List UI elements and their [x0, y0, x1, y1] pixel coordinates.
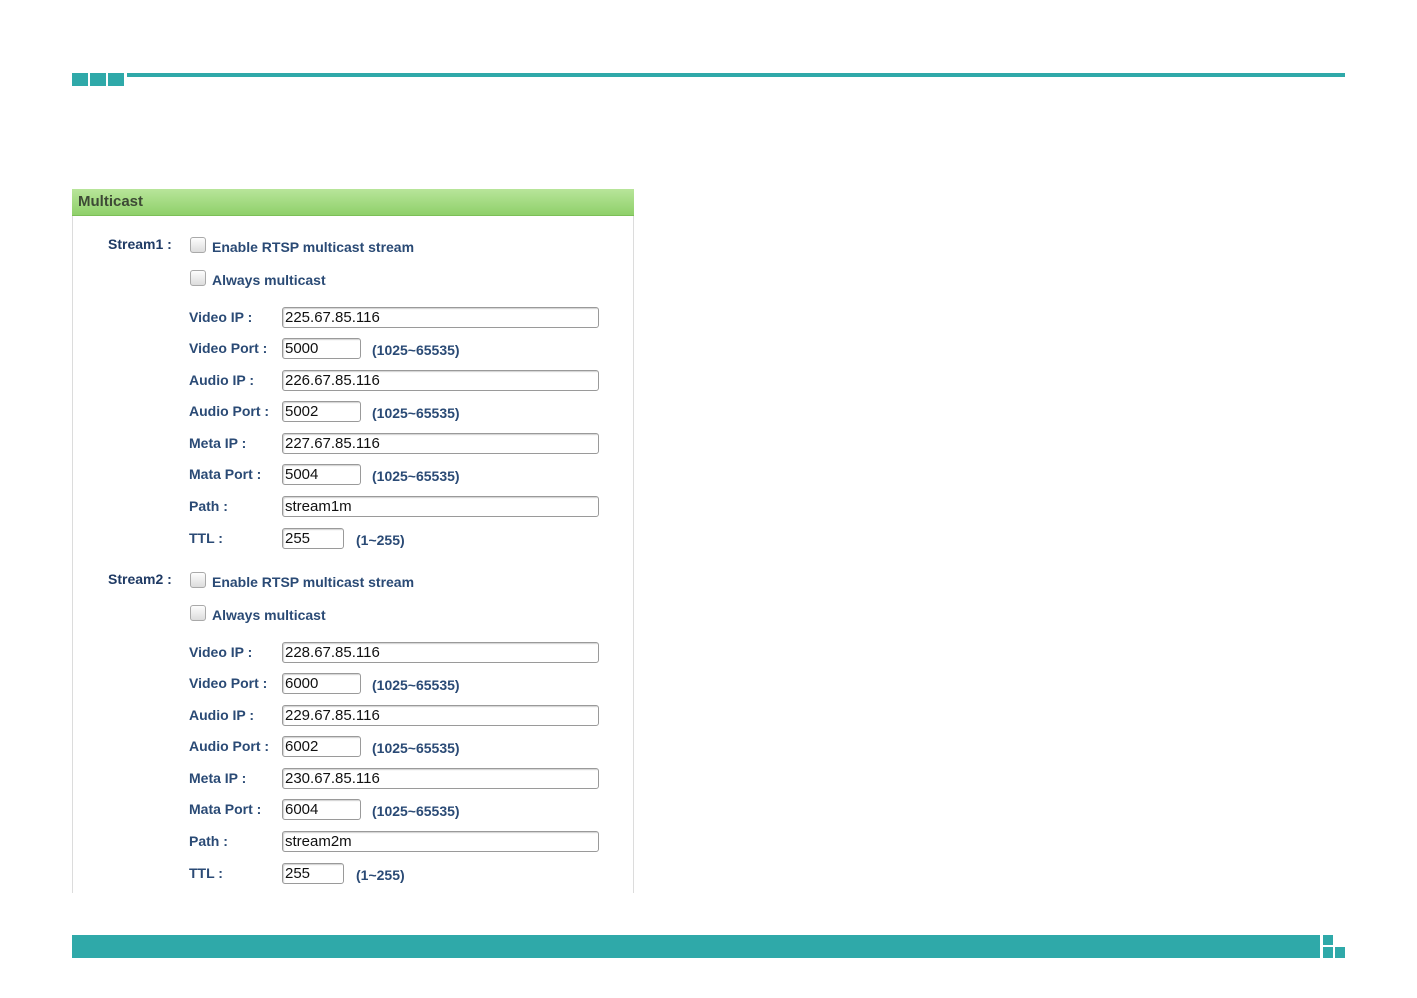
- stream1-path-label: Path :: [189, 498, 228, 514]
- stream1-video-port-input[interactable]: 5000: [282, 338, 361, 359]
- stream2-meta-port-input[interactable]: 6004: [282, 799, 361, 820]
- stream2-audio-ip-input[interactable]: 229.67.85.116: [282, 705, 599, 726]
- stream2-path-label: Path :: [189, 833, 228, 849]
- stream2-audio-port-hint: (1025~65535): [372, 740, 460, 756]
- stream2-meta-port-label: Mata Port :: [189, 801, 262, 817]
- stream1-video-port-hint: (1025~65535): [372, 342, 460, 358]
- stream1-audio-ip-input[interactable]: 226.67.85.116: [282, 370, 599, 391]
- footer-square-1: [1323, 935, 1333, 945]
- stream1-video-ip-label: Video IP :: [189, 309, 253, 325]
- stream2-enable-label[interactable]: Enable RTSP multicast stream: [212, 574, 414, 590]
- stream2-video-ip-label: Video IP :: [189, 644, 253, 660]
- stream1-audio-port-hint: (1025~65535): [372, 405, 460, 421]
- stream1-always-checkbox[interactable]: [190, 270, 206, 286]
- stream2-video-port-input[interactable]: 6000: [282, 673, 361, 694]
- stream1-audio-port-input[interactable]: 5002: [282, 401, 361, 422]
- panel-header: Multicast: [72, 189, 634, 216]
- stream2-always-label[interactable]: Always multicast: [212, 607, 326, 623]
- stream1-meta-port-label: Mata Port :: [189, 466, 262, 482]
- footer-square-3: [1335, 947, 1345, 958]
- stream1-video-port-label: Video Port :: [189, 340, 268, 356]
- stream1-always-label[interactable]: Always multicast: [212, 272, 326, 288]
- header-square-3: [108, 73, 124, 86]
- stream2-ttl-hint: (1~255): [356, 867, 405, 883]
- panel-title: Multicast: [78, 193, 144, 210]
- stream1-enable-checkbox[interactable]: [190, 237, 206, 253]
- stream2-meta-ip-input[interactable]: 230.67.85.116: [282, 768, 599, 789]
- stream1-audio-ip-label: Audio IP :: [189, 372, 255, 388]
- header-square-1: [72, 73, 88, 86]
- stream1-meta-ip-label: Meta IP :: [189, 435, 247, 451]
- stream1-enable-label[interactable]: Enable RTSP multicast stream: [212, 239, 414, 255]
- stream2-ttl-input[interactable]: 255: [282, 863, 344, 884]
- stream2-video-port-hint: (1025~65535): [372, 677, 460, 693]
- stream2-always-checkbox[interactable]: [190, 605, 206, 621]
- stream2-label: Stream2 :: [108, 571, 172, 587]
- stream1-meta-port-input[interactable]: 5004: [282, 464, 361, 485]
- header-rule: [127, 73, 1345, 77]
- stream2-path-input[interactable]: stream2m: [282, 831, 599, 852]
- stream2-enable-checkbox[interactable]: [190, 572, 206, 588]
- stream1-video-ip-input[interactable]: 225.67.85.116: [282, 307, 599, 328]
- stream1-meta-port-hint: (1025~65535): [372, 468, 460, 484]
- stream2-meta-ip-label: Meta IP :: [189, 770, 247, 786]
- stream2-audio-port-label: Audio Port :: [189, 738, 270, 754]
- stream1-meta-ip-input[interactable]: 227.67.85.116: [282, 433, 599, 454]
- stream2-audio-ip-label: Audio IP :: [189, 707, 255, 723]
- stream1-label: Stream1 :: [108, 236, 172, 252]
- stream2-meta-port-hint: (1025~65535): [372, 803, 460, 819]
- stream2-audio-port-input[interactable]: 6002: [282, 736, 361, 757]
- stream2-video-port-label: Video Port :: [189, 675, 268, 691]
- stream1-ttl-input[interactable]: 255: [282, 528, 344, 549]
- stream2-ttl-label: TTL :: [189, 865, 223, 881]
- stream1-audio-port-label: Audio Port :: [189, 403, 270, 419]
- stream1-ttl-hint: (1~255): [356, 532, 405, 548]
- stream1-path-input[interactable]: stream1m: [282, 496, 599, 517]
- stream2-video-ip-input[interactable]: 228.67.85.116: [282, 642, 599, 663]
- header-square-2: [90, 73, 106, 86]
- footer-square-2: [1323, 947, 1333, 958]
- stream1-ttl-label: TTL :: [189, 530, 223, 546]
- footer-bar: [72, 935, 1320, 958]
